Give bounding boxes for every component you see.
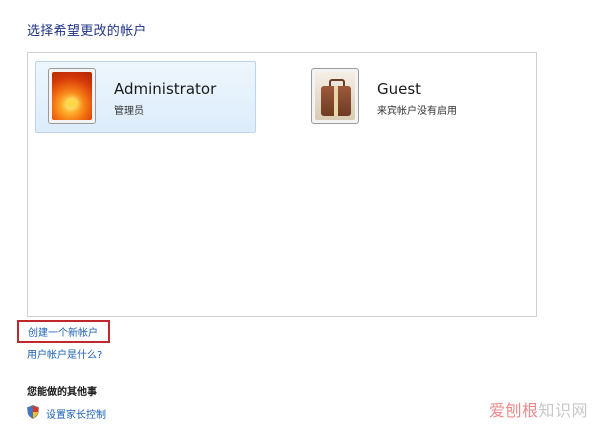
luggage-avatar-icon bbox=[315, 72, 355, 120]
parental-controls-label: 设置家长控制 bbox=[46, 410, 106, 421]
account-tile-guest[interactable]: Guest 来宾帐户没有启用 bbox=[298, 61, 519, 133]
guest-avatar bbox=[311, 68, 359, 124]
create-account-link[interactable]: 创建一个新帐户 bbox=[17, 320, 110, 343]
watermark-accent: 爱刨根 bbox=[488, 401, 539, 420]
account-description: 来宾帐户没有启用 bbox=[377, 106, 457, 117]
other-tasks-title: 您能做的其他事 bbox=[27, 387, 97, 398]
account-name: Administrator bbox=[114, 80, 217, 98]
account-description: 管理员 bbox=[114, 106, 144, 117]
page-heading: 选择希望更改的帐户 bbox=[27, 24, 147, 39]
account-tile-administrator[interactable]: Administrator 管理员 bbox=[35, 61, 256, 133]
what-is-account-link[interactable]: 用户帐户是什么? bbox=[27, 346, 102, 361]
administrator-avatar bbox=[48, 68, 96, 124]
watermark: 爱刨根知识网 bbox=[489, 397, 588, 421]
shield-icon bbox=[27, 405, 39, 419]
flower-avatar-icon bbox=[52, 72, 92, 120]
watermark-rest: 知识网 bbox=[538, 401, 588, 420]
account-name: Guest bbox=[377, 80, 422, 98]
accounts-panel: Administrator 管理员 Guest 来宾帐户没有启用 bbox=[27, 52, 537, 317]
